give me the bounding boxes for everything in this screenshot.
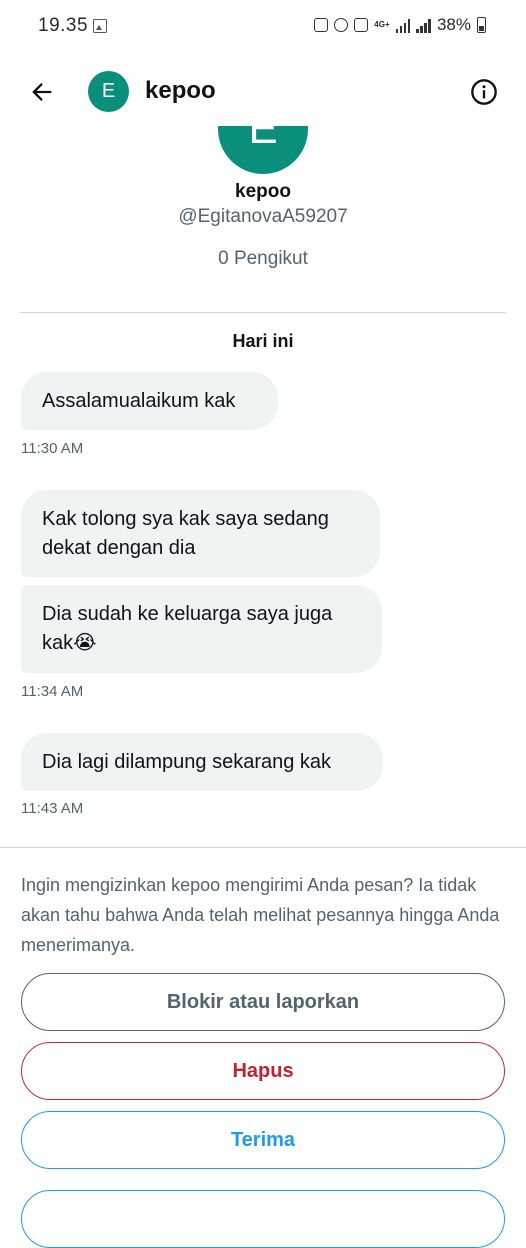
header-avatar[interactable]: E	[88, 71, 129, 112]
signal-icon	[395, 18, 411, 33]
message-timestamp: 11:34 AM	[21, 683, 84, 700]
profile-followers: 0 Pengikut	[218, 248, 308, 269]
date-separator: Hari ini	[232, 331, 294, 351]
signal-icon-2	[416, 18, 431, 33]
delete-button[interactable]: Hapus	[21, 1042, 505, 1100]
status-time: 19.35	[38, 15, 89, 36]
status-icons: 4G+ 38%	[313, 15, 486, 35]
message-bubble[interactable]: Dia lagi dilampung sekarang kak	[21, 733, 383, 791]
message-bubble[interactable]: Kak tolong sya kak saya sedang dekat den…	[21, 490, 380, 577]
accept-button[interactable]: Terima	[21, 1111, 505, 1169]
alarm-icon	[333, 18, 348, 32]
status-bar: 19.35 4G+ 38%	[0, 0, 526, 54]
app-notification-icon	[313, 18, 328, 32]
block-or-report-button[interactable]: Blokir atau laporkan	[21, 973, 505, 1031]
message-timestamp: 11:30 AM	[21, 440, 84, 457]
message-request-notice: Ingin mengizinkan kepoo mengirimi Anda p…	[21, 875, 500, 955]
message-bubble[interactable]: Assalamualaikum kak	[21, 372, 278, 430]
profile-divider	[20, 312, 506, 313]
network-type-label: 4G+	[374, 20, 390, 29]
header-name[interactable]: kepoo	[145, 77, 216, 105]
profile-avatar[interactable]: E	[218, 126, 308, 174]
arrow-left-icon[interactable]	[28, 78, 56, 106]
mute-icon	[353, 18, 368, 32]
partial-button[interactable]	[21, 1190, 505, 1248]
info-circle-icon[interactable]	[470, 78, 498, 106]
profile-handle: @EgitanovaA59207	[178, 206, 348, 227]
gallery-notification-icon	[93, 19, 107, 33]
request-divider	[0, 847, 526, 848]
battery-percent: 38%	[436, 15, 471, 34]
battery-icon	[477, 17, 486, 33]
message-bubble[interactable]: Dia sudah ke keluarga saya juga kak😭	[21, 585, 382, 673]
profile-name: kepoo	[235, 181, 291, 202]
message-timestamp: 11:43 AM	[21, 800, 84, 817]
